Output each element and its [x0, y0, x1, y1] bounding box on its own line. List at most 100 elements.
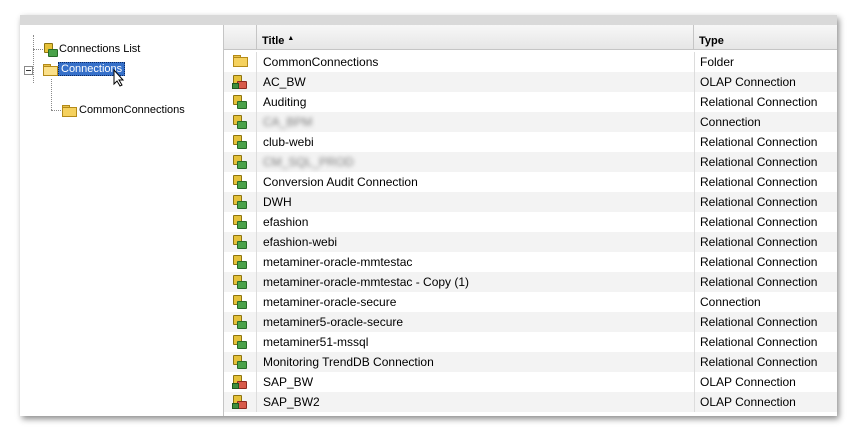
- olap-connection-icon: [232, 74, 247, 89]
- connection-icon: [43, 42, 58, 57]
- grid-header: Title ▲ Type: [224, 25, 837, 50]
- table-row[interactable]: SAP_BW OLAP Connection: [224, 372, 837, 392]
- row-icon-cell: [224, 132, 257, 152]
- row-icon-cell: [224, 392, 257, 412]
- tree-item-commonconnections[interactable]: CommonConnections: [61, 103, 187, 117]
- relational-connection-icon: [232, 294, 247, 309]
- table-row[interactable]: DWH Relational Connection: [224, 192, 837, 212]
- row-type: OLAP Connection: [694, 372, 837, 392]
- row-icon-cell: [224, 252, 257, 272]
- relational-connection-icon: [232, 254, 247, 269]
- tree-guide-line: [33, 35, 34, 83]
- row-title: Monitoring TrendDB Connection: [263, 355, 434, 369]
- row-title: CommonConnections: [263, 55, 379, 69]
- open-folder-icon: [42, 63, 58, 76]
- row-title: CA_BPM: [263, 115, 313, 129]
- type-column-header[interactable]: Type: [694, 25, 837, 49]
- row-icon-cell: [224, 72, 257, 92]
- row-type: OLAP Connection: [694, 72, 837, 92]
- row-icon-cell: [224, 112, 257, 132]
- row-icon-cell: [224, 272, 257, 292]
- row-icon-cell: [224, 52, 257, 72]
- row-title: DWH: [263, 195, 292, 209]
- icon-column-header: [224, 25, 257, 49]
- table-row[interactable]: CA_BPM Connection: [224, 112, 837, 132]
- relational-connection-icon: [232, 314, 247, 329]
- row-title: club-webi: [263, 135, 314, 149]
- row-type: Folder: [694, 52, 837, 72]
- table-row[interactable]: efashion Relational Connection: [224, 212, 837, 232]
- row-title: CM_SQL_PROD: [263, 155, 354, 169]
- relational-connection-icon: [232, 234, 247, 249]
- sort-ascending-icon: ▲: [287, 35, 295, 42]
- relational-connection-icon: [232, 174, 247, 189]
- table-row[interactable]: AC_BW OLAP Connection: [224, 72, 837, 92]
- tree-guide-line: [51, 110, 61, 111]
- window-top-band: [20, 15, 837, 25]
- row-icon-cell: [224, 92, 257, 112]
- relational-connection-icon: [232, 354, 247, 369]
- table-row[interactable]: SAP_BW2 OLAP Connection: [224, 392, 837, 412]
- table-row[interactable]: metaminer-oracle-secure Connection: [224, 292, 837, 312]
- table-row[interactable]: CM_SQL_PROD Relational Connection: [224, 152, 837, 172]
- row-type: Relational Connection: [694, 192, 837, 212]
- row-icon-cell: [224, 172, 257, 192]
- olap-connection-icon: [232, 374, 247, 389]
- relational-connection-icon: [232, 114, 247, 129]
- relational-connection-icon: [232, 154, 247, 169]
- tree-item-connections-list[interactable]: Connections List: [43, 42, 142, 57]
- row-icon-cell: [224, 232, 257, 252]
- row-title: metaminer5-oracle-secure: [263, 315, 404, 329]
- row-type: OLAP Connection: [694, 392, 837, 412]
- relational-connection-icon: [232, 274, 247, 289]
- row-title: metaminer51-mssql: [263, 335, 369, 349]
- row-icon-cell: [224, 372, 257, 392]
- row-type: Relational Connection: [694, 352, 837, 372]
- table-row[interactable]: CommonConnections Folder: [224, 52, 837, 72]
- row-type: Relational Connection: [694, 312, 837, 332]
- row-icon-cell: [224, 192, 257, 212]
- row-type: Connection: [694, 292, 837, 312]
- row-icon-cell: [224, 352, 257, 372]
- relational-connection-icon: [232, 94, 247, 109]
- table-row[interactable]: metaminer-oracle-mmtestac - Copy (1) Rela…: [224, 272, 837, 292]
- table-row[interactable]: Auditing Relational Connection: [224, 92, 837, 112]
- table-row[interactable]: metaminer-oracle-mmtestac Relational Conn…: [224, 252, 837, 272]
- tree-item-label: Connections List: [59, 43, 141, 55]
- row-type: Relational Connection: [694, 332, 837, 352]
- row-type: Relational Connection: [694, 212, 837, 232]
- row-type: Relational Connection: [694, 172, 837, 192]
- tree-item-label: CommonConnections: [79, 104, 185, 116]
- table-row[interactable]: club-webi Relational Connection: [224, 132, 837, 152]
- connections-grid: Title ▲ Type CommonConnections Folder AC_BW…: [224, 25, 837, 416]
- row-type: Connection: [694, 112, 837, 132]
- collapse-toggle[interactable]: [24, 66, 33, 75]
- mouse-cursor-icon: [113, 69, 125, 87]
- row-title: SAP_BW: [263, 375, 314, 389]
- row-title: efashion-webi: [263, 235, 338, 249]
- row-type: Relational Connection: [694, 272, 837, 292]
- table-row[interactable]: Conversion Audit Connection Relational Co…: [224, 172, 837, 192]
- relational-connection-icon: [232, 214, 247, 229]
- table-row[interactable]: efashion-webi Relational Connection: [224, 232, 837, 252]
- type-column-label: Type: [699, 35, 724, 47]
- relational-connection-icon: [232, 334, 247, 349]
- row-type: Relational Connection: [694, 132, 837, 152]
- relational-connection-icon: [232, 194, 247, 209]
- row-type: Relational Connection: [694, 252, 837, 272]
- tree-guide-line: [51, 79, 52, 110]
- row-type: Relational Connection: [694, 232, 837, 252]
- title-column-header[interactable]: Title ▲: [257, 25, 694, 49]
- row-title: Conversion Audit Connection: [263, 175, 418, 189]
- table-row[interactable]: Monitoring TrendDB Connection Relational …: [224, 352, 837, 372]
- table-row[interactable]: metaminer5-oracle-secure Relational Conne…: [224, 312, 837, 332]
- row-title: SAP_BW2: [263, 395, 320, 409]
- row-icon-cell: [224, 212, 257, 232]
- folder-tree: Connections List Connections CommonConne…: [20, 25, 224, 416]
- table-row[interactable]: metaminer51-mssql Relational Connection: [224, 332, 837, 352]
- row-title: metaminer-oracle-secure: [263, 295, 397, 309]
- row-type: Relational Connection: [694, 92, 837, 112]
- row-icon-cell: [224, 312, 257, 332]
- row-title: Auditing: [263, 95, 307, 109]
- folder-icon: [61, 104, 77, 117]
